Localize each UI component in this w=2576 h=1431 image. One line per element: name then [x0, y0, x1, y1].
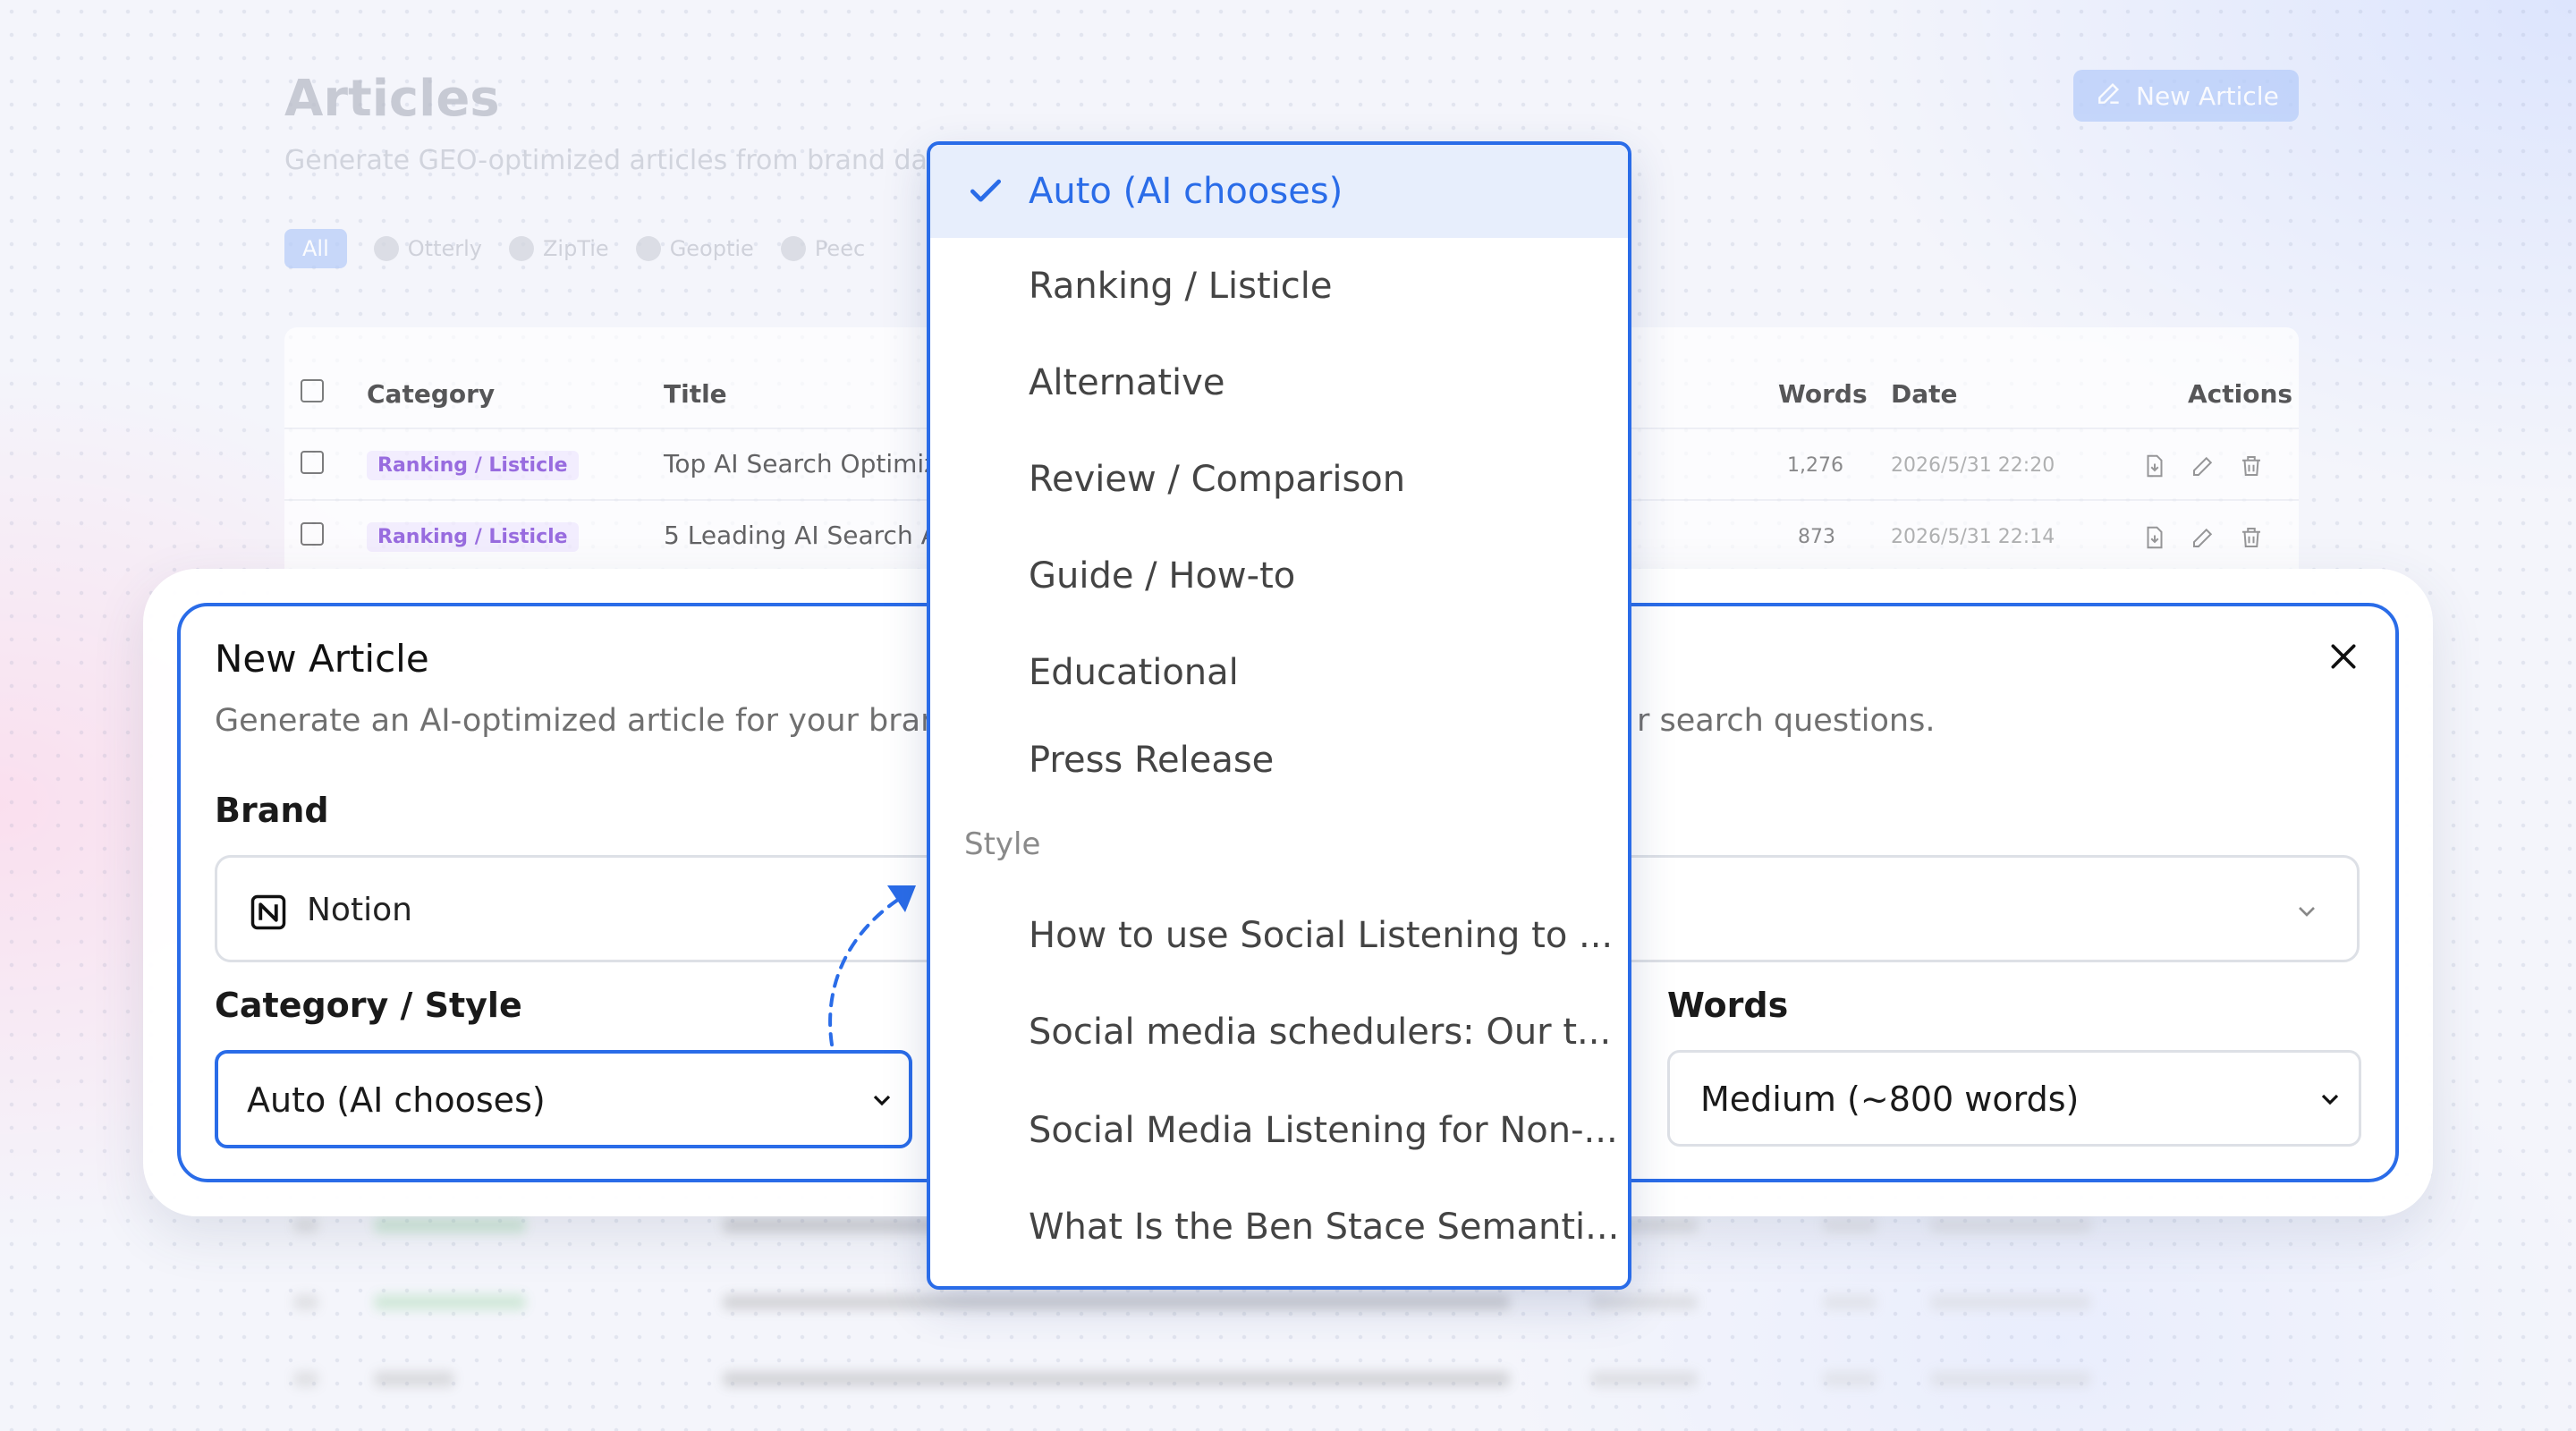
row-date: 2026/5/31 22:20	[1891, 454, 2055, 477]
modal-title: New Article	[215, 637, 429, 681]
page-title: Articles	[284, 70, 500, 128]
filter-all[interactable]: All	[284, 229, 347, 268]
category-badge: Ranking / Listicle	[367, 522, 579, 552]
dropdown-group-label: Style	[964, 826, 1041, 862]
table-row	[284, 1361, 2299, 1397]
download-icon[interactable]	[2141, 524, 2168, 551]
option-label: Alternative	[1029, 362, 1225, 403]
option-label: Educational	[1029, 652, 1239, 693]
words-label: Words	[1667, 986, 1789, 1025]
column-header-date[interactable]: Date	[1891, 379, 1958, 409]
page-subtitle: Generate GEO-optimized articles from bra…	[284, 145, 955, 176]
brand-value: Notion	[307, 892, 412, 928]
chevron-down-icon	[2316, 1085, 2344, 1113]
brand-label: Brand	[215, 791, 329, 830]
option-label: How to use Social Listening to ...	[1029, 915, 1614, 956]
option-label: Social Media Listening for Non-...	[1029, 1110, 1618, 1151]
dropdown-option[interactable]: What Is the Ben Stace Semanti...	[930, 1181, 1628, 1274]
row-checkbox[interactable]	[301, 451, 324, 474]
dashed-arrow-icon	[828, 885, 916, 1046]
dropdown-option[interactable]: Guide / How-to	[930, 529, 1628, 622]
row-checkbox[interactable]	[301, 522, 324, 546]
words-value: Medium (~800 words)	[1700, 1080, 2080, 1119]
option-label: Ranking / Listicle	[1029, 266, 1333, 307]
peec-icon	[780, 236, 806, 261]
modal-description: Generate an AI-optimized article for you…	[215, 703, 941, 739]
column-header-title[interactable]: Title	[664, 379, 727, 409]
category-style-label: Category / Style	[215, 986, 522, 1025]
category-style-dropdown: Auto (AI chooses) Ranking / Listicle Alt…	[927, 141, 1631, 1290]
category-style-select[interactable]: Auto (AI chooses)	[215, 1050, 912, 1148]
column-header-words[interactable]: Words	[1778, 379, 1868, 409]
category-style-value: Auto (AI chooses)	[247, 1080, 546, 1120]
brand-filters: All Otterly ZipTie Geoptie Peec	[284, 229, 865, 268]
dropdown-option[interactable]: Review / Comparison	[930, 433, 1628, 526]
select-all-checkbox[interactable]	[301, 379, 324, 402]
edit-icon[interactable]	[2190, 453, 2216, 479]
new-article-button[interactable]: New Article	[2073, 70, 2299, 122]
otterly-icon	[373, 236, 399, 261]
dropdown-option[interactable]: Ranking / Listicle	[930, 240, 1628, 333]
option-label: What Is the Ben Stace Semanti...	[1029, 1207, 1620, 1248]
pencil-icon	[2095, 79, 2123, 114]
ziptie-icon	[508, 236, 534, 261]
filter-label: Peec	[814, 236, 866, 261]
geoptie-icon	[635, 236, 661, 261]
column-header-actions: Actions	[2188, 379, 2293, 409]
option-label: Auto (AI chooses)	[1029, 171, 1343, 212]
option-label: Review / Comparison	[1029, 459, 1406, 500]
column-header-category[interactable]: Category	[367, 379, 495, 409]
dropdown-option-auto[interactable]: Auto (AI chooses)	[930, 145, 1628, 238]
check-icon	[966, 172, 1005, 211]
dropdown-option[interactable]: Educational	[930, 626, 1628, 719]
delete-icon[interactable]	[2238, 524, 2265, 551]
filter-label: ZipTie	[542, 236, 609, 261]
row-words: 1,276	[1787, 454, 1843, 477]
filter-geoptie[interactable]: Geoptie	[635, 236, 754, 261]
row-title[interactable]: Top AI Search Optimiza	[664, 449, 953, 478]
filter-otterly[interactable]: Otterly	[373, 236, 482, 261]
dropdown-option[interactable]: Social media schedulers: Our t...	[930, 986, 1628, 1079]
option-label: Social media schedulers: Our t...	[1029, 1012, 1612, 1053]
dropdown-option[interactable]: How to use Social Listening to ...	[930, 889, 1628, 982]
table-row	[284, 1284, 2299, 1320]
row-title[interactable]: 5 Leading AI Search An	[664, 521, 954, 550]
chevron-down-icon	[2292, 897, 2321, 926]
words-select[interactable]: Medium (~800 words)	[1667, 1050, 2361, 1147]
category-badge: Ranking / Listicle	[367, 451, 579, 480]
option-label: Guide / How-to	[1029, 555, 1296, 597]
dropdown-option[interactable]: Social Media Listening for Non-...	[930, 1084, 1628, 1177]
chevron-down-icon	[868, 1086, 896, 1114]
filter-peec[interactable]: Peec	[780, 236, 866, 261]
close-icon[interactable]	[2326, 639, 2361, 674]
new-article-label: New Article	[2136, 80, 2279, 111]
filter-label: Otterly	[407, 236, 482, 261]
edit-icon[interactable]	[2190, 524, 2216, 551]
filter-label: Geoptie	[669, 236, 754, 261]
download-icon[interactable]	[2141, 453, 2168, 479]
dropdown-option[interactable]: Alternative	[930, 336, 1628, 429]
row-words: 873	[1798, 526, 1835, 548]
option-label: Press Release	[1029, 740, 1275, 781]
filter-ziptie[interactable]: ZipTie	[508, 236, 609, 261]
row-date: 2026/5/31 22:14	[1891, 526, 2055, 548]
notion-logo-icon	[250, 893, 287, 931]
modal-description-tail: r search questions.	[1637, 703, 1936, 739]
delete-icon[interactable]	[2238, 453, 2265, 479]
dropdown-option[interactable]: Press Release	[930, 714, 1628, 807]
